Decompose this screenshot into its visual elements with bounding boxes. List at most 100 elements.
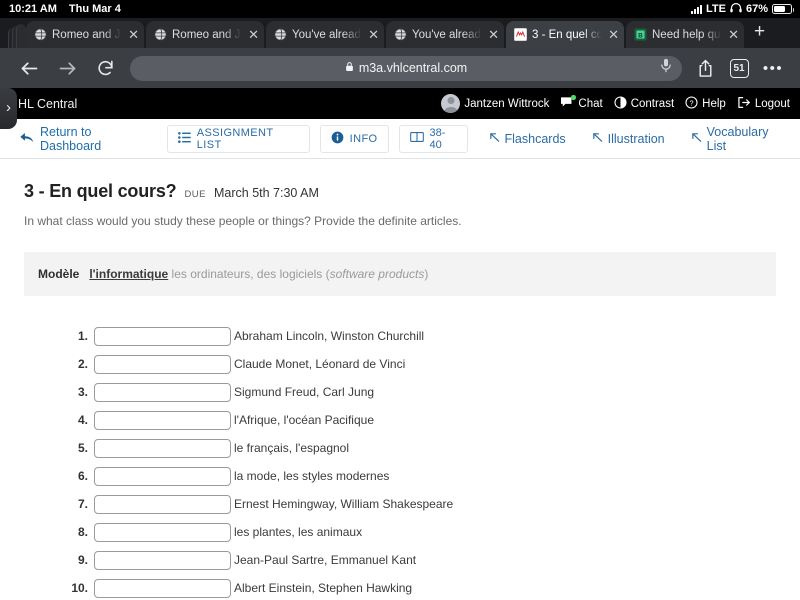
tab-title: 3 - En quel cou	[532, 28, 604, 41]
modele-label: Modèle	[38, 267, 80, 281]
question-number: 10.	[71, 581, 88, 595]
vocabulary-list-label: Vocabulary List	[706, 124, 769, 153]
question-prompt: l'Afrique, l'océan Pacifique	[234, 413, 374, 427]
globe-icon	[394, 28, 407, 41]
help-icon: ?	[685, 95, 698, 112]
answer-input[interactable]	[94, 522, 231, 542]
info-button[interactable]: INFO	[319, 124, 389, 153]
close-icon[interactable]: ✕	[608, 28, 619, 41]
question-prompt: le français, l'espagnol	[234, 441, 350, 455]
browser-tab-strip: Romeo and Juli ✕ Romeo and Juli ✕ You've…	[0, 18, 800, 48]
question-row: 6. la mode, les styles modernes	[66, 462, 776, 490]
answer-input[interactable]	[94, 410, 231, 430]
flashcards-link[interactable]: Flashcards	[478, 132, 577, 146]
close-icon[interactable]: ✕	[128, 28, 139, 41]
tab-count-label: 51	[729, 58, 749, 78]
status-time: 10:21 AM	[9, 3, 57, 15]
user-account-link[interactable]: Jantzen Wittrock	[441, 94, 549, 113]
assignment-content: 3 - En quel cours? DUE March 5th 7:30 AM…	[0, 159, 800, 600]
answer-input[interactable]	[94, 550, 231, 570]
browser-tab[interactable]: B Need help quic ✕	[626, 21, 744, 48]
logout-link[interactable]: Logout	[737, 96, 790, 112]
close-icon[interactable]: ✕	[488, 28, 499, 41]
browser-tab[interactable]: Romeo and Juli ✕	[26, 21, 144, 48]
sidebar-drawer-handle[interactable]: ›	[0, 88, 17, 129]
question-row: 1. Abraham Lincoln, Winston Churchill	[66, 322, 776, 350]
assignment-toolbar: Return to Dashboard ASSIGNMENT LIST INFO…	[0, 119, 800, 159]
answer-input[interactable]	[94, 438, 231, 458]
answer-input[interactable]	[94, 326, 231, 346]
pages-label: 38-40	[429, 126, 446, 151]
chat-icon	[560, 95, 576, 111]
illustration-link[interactable]: Illustration	[581, 132, 676, 146]
assignment-list-button[interactable]: ASSIGNMENT LIST	[166, 124, 310, 153]
answer-input[interactable]	[94, 354, 231, 374]
address-bar-url: m3a.vhlcentral.com	[358, 61, 468, 75]
close-icon[interactable]: ✕	[248, 28, 259, 41]
brainly-icon: B	[634, 28, 647, 41]
question-row: 3. Sigmund Freud, Carl Jung	[66, 378, 776, 406]
avatar	[441, 94, 461, 113]
close-icon[interactable]: ✕	[368, 28, 379, 41]
chat-label: Chat	[578, 97, 603, 110]
browser-tab-active[interactable]: 3 - En quel cou ✕	[506, 21, 624, 48]
flashcards-label: Flashcards	[504, 131, 566, 146]
assignment-list-label: ASSIGNMENT LIST	[196, 126, 274, 151]
book-icon	[409, 131, 424, 146]
new-tab-button[interactable]: +	[746, 22, 775, 45]
globe-icon	[154, 28, 167, 41]
question-number: 2.	[77, 357, 88, 371]
question-number: 7.	[77, 497, 88, 511]
address-bar[interactable]: m3a.vhlcentral.com	[130, 55, 682, 81]
logout-label: Logout	[754, 97, 790, 110]
back-arrow-icon[interactable]	[10, 53, 48, 83]
reload-icon[interactable]	[86, 53, 124, 83]
tab-count-button[interactable]: 51	[722, 53, 756, 83]
question-prompt: Albert Einstein, Stephen Hawking	[234, 581, 413, 595]
lock-icon	[345, 59, 354, 77]
svg-text:?: ?	[690, 98, 694, 107]
illustration-label: Illustration	[607, 131, 665, 146]
question-row: 5. le français, l'espagnol	[66, 434, 776, 462]
vhl-brand-label[interactable]: HL Central	[18, 97, 77, 111]
browser-tab[interactable]: You've already ✕	[386, 21, 504, 48]
contrast-label: Contrast	[630, 97, 675, 110]
ios-status-bar: 10:21 AM Thu Mar 4 LTE 67%	[0, 0, 800, 18]
info-label: INFO	[349, 132, 378, 145]
share-icon[interactable]	[688, 53, 722, 83]
question-row: 7. Ernest Hemingway, William Shakespeare	[66, 490, 776, 518]
chat-unread-badge	[571, 95, 576, 100]
popout-arrow-icon	[691, 132, 702, 146]
vhl-icon	[514, 28, 527, 41]
question-number: 4.	[77, 413, 88, 427]
return-to-dashboard-button[interactable]: Return to Dashboard	[10, 119, 163, 159]
browser-omnibar: m3a.vhlcentral.com 51 •••	[0, 48, 800, 88]
headphones-icon	[730, 2, 742, 16]
tab-title: You've already	[412, 28, 484, 41]
return-to-dashboard-label: Return to Dashboard	[40, 124, 102, 153]
vocabulary-list-link[interactable]: Vocabulary List	[680, 125, 800, 153]
browser-tab[interactable]: You've already ✕	[266, 21, 384, 48]
microphone-icon[interactable]	[660, 58, 672, 78]
answer-input[interactable]	[94, 382, 231, 402]
battery-percent-label: 67%	[745, 3, 768, 15]
question-number: 8.	[77, 525, 88, 539]
help-link[interactable]: ? Help	[685, 95, 726, 112]
question-row: 2. Claude Monet, Léonard de Vinci	[66, 350, 776, 378]
browser-tab[interactable]: Romeo and Juli ✕	[146, 21, 264, 48]
pages-button[interactable]: 38-40	[398, 124, 468, 153]
signal-strength-icon	[691, 4, 702, 14]
forward-arrow-icon[interactable]	[48, 53, 86, 83]
more-menu-button[interactable]: •••	[756, 53, 790, 83]
user-name-label: Jantzen Wittrock	[464, 97, 550, 110]
close-icon[interactable]: ✕	[728, 28, 739, 41]
question-list: 1. Abraham Lincoln, Winston Churchill 2.…	[24, 322, 776, 600]
network-type-label: LTE	[706, 3, 726, 15]
answer-input[interactable]	[94, 578, 231, 598]
vhl-top-nav: › HL Central Jantzen Wittrock Chat Contr…	[0, 88, 800, 129]
question-row: 9. Jean-Paul Sartre, Emmanuel Kant	[66, 546, 776, 574]
answer-input[interactable]	[94, 466, 231, 486]
contrast-link[interactable]: Contrast	[614, 95, 675, 112]
answer-input[interactable]	[94, 494, 231, 514]
chat-link[interactable]: Chat	[560, 95, 603, 111]
